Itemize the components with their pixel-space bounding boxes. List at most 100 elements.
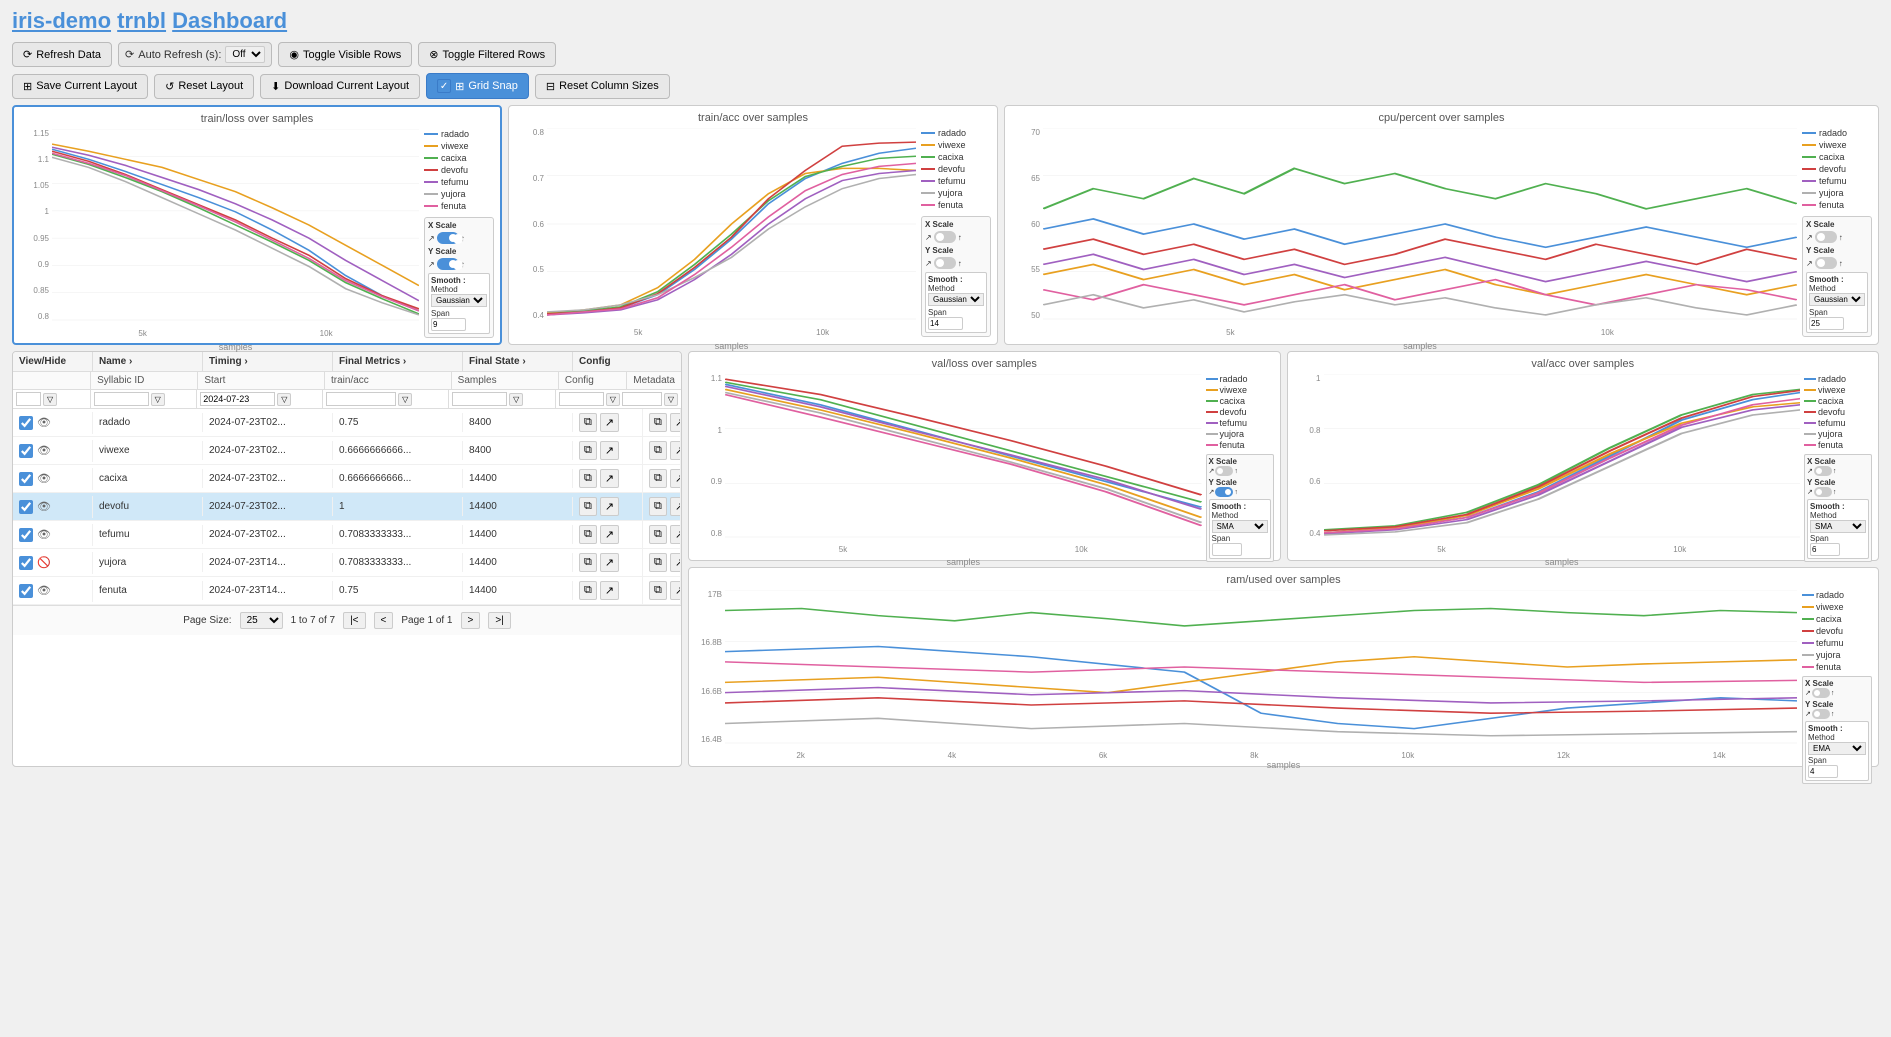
name-col-header[interactable]: Name › (93, 352, 203, 371)
val-loss-title: val/loss over samples (695, 358, 1274, 370)
row-checkbox-2[interactable] (19, 472, 33, 486)
filter-name-input[interactable] (94, 392, 149, 406)
config-open-btn-1[interactable]: ↗ (600, 441, 619, 460)
filter-name-btn[interactable]: ▽ (151, 393, 165, 406)
row-checkbox-0[interactable] (19, 416, 33, 430)
config-copy-btn-5[interactable]: ⧉ (579, 553, 597, 572)
train-loss-yscale-toggle[interactable] (437, 258, 459, 270)
prev-page-btn[interactable]: < (374, 612, 394, 629)
final-metrics-col-header[interactable]: Final Metrics › (333, 352, 463, 371)
cpu-yscale-toggle[interactable] (1815, 257, 1837, 269)
cpu-smooth-select[interactable]: GaussianSMAEMANone (1809, 293, 1865, 306)
config-copy-btn-3[interactable]: ⧉ (579, 497, 597, 516)
first-page-btn[interactable]: |< (343, 612, 365, 629)
config-open-btn-0[interactable]: ↗ (600, 413, 619, 432)
final-state-col-header[interactable]: Final State › (463, 352, 573, 371)
meta-copy-btn-3[interactable]: ⧉ (649, 497, 667, 516)
filter-metric-btn[interactable]: ▽ (398, 393, 412, 406)
next-page-btn[interactable]: > (461, 612, 481, 629)
train-loss-xscale-toggle[interactable] (437, 232, 459, 244)
refresh-data-button[interactable]: ⟳ Refresh Data (12, 42, 112, 67)
ram-smooth-select[interactable]: EMAGaussianSMANone (1808, 742, 1866, 755)
filter-meta-input[interactable] (622, 392, 662, 406)
config-open-btn-4[interactable]: ↗ (600, 525, 619, 544)
meta-open-btn-4[interactable]: ↗ (670, 525, 681, 544)
config-copy-btn-4[interactable]: ⧉ (579, 525, 597, 544)
filter-config-input[interactable] (559, 392, 604, 406)
config-open-btn-2[interactable]: ↗ (600, 469, 619, 488)
cpu-span-input[interactable] (1809, 317, 1844, 330)
timing-col-header[interactable]: Timing › (203, 352, 333, 371)
train-acc-smooth-select[interactable]: GaussianSMAEMANone (928, 293, 984, 306)
row-visibility-2[interactable]: 👁 (37, 472, 51, 485)
meta-copy-btn-0[interactable]: ⧉ (649, 413, 667, 432)
config-copy-btn-6[interactable]: ⧉ (579, 581, 597, 600)
train-acc-xscale-toggle[interactable] (934, 231, 956, 243)
filter-start-input[interactable]: 2024-07-23 (200, 392, 275, 406)
row-visibility-5[interactable]: 🚫 (37, 556, 51, 569)
val-loss-smooth-select[interactable]: SMAGaussianEMANone (1212, 520, 1268, 533)
row-visibility-3[interactable]: 👁 (37, 500, 51, 513)
row-visibility-4[interactable]: 👁 (37, 528, 51, 541)
row-visibility-1[interactable]: 👁 (37, 444, 51, 457)
row-checkbox-1[interactable] (19, 444, 33, 458)
ram-yscale-toggle[interactable] (1812, 709, 1830, 719)
filter-metric-input[interactable] (326, 392, 396, 406)
meta-open-btn-6[interactable]: ↗ (670, 581, 681, 600)
config-copy-btn-2[interactable]: ⧉ (579, 469, 597, 488)
val-acc-xscale-toggle[interactable] (1814, 466, 1832, 476)
app-link[interactable]: trnbl (117, 8, 166, 33)
filter-view-btn[interactable]: ▽ (43, 393, 57, 406)
val-acc-yscale-toggle[interactable] (1814, 487, 1832, 497)
config-open-btn-5[interactable]: ↗ (600, 553, 619, 572)
config-copy-btn-1[interactable]: ⧉ (579, 441, 597, 460)
config-copy-btn-0[interactable]: ⧉ (579, 413, 597, 432)
filter-config-btn[interactable]: ▽ (606, 393, 620, 406)
train-loss-smooth-select[interactable]: GaussianSMAEMANone (431, 294, 487, 307)
grid-snap-button[interactable]: ✓ ⊞ Grid Snap (426, 73, 529, 99)
val-loss-xscale-toggle[interactable] (1215, 466, 1233, 476)
meta-copy-btn-4[interactable]: ⧉ (649, 525, 667, 544)
train-acc-span-input[interactable] (928, 317, 963, 330)
meta-copy-btn-5[interactable]: ⧉ (649, 553, 667, 572)
meta-copy-btn-2[interactable]: ⧉ (649, 469, 667, 488)
row-visibility-0[interactable]: 👁 (37, 416, 51, 429)
filter-state-input[interactable] (452, 392, 507, 406)
meta-open-btn-1[interactable]: ↗ (670, 441, 681, 460)
filter-checkbox-area[interactable] (16, 392, 41, 406)
reset-layout-button[interactable]: ↺ Reset Layout (154, 74, 254, 99)
row-checkbox-3[interactable] (19, 500, 33, 514)
config-open-btn-6[interactable]: ↗ (600, 581, 619, 600)
toggle-filtered-rows-button[interactable]: ⊗ Toggle Filtered Rows (418, 42, 556, 67)
train-loss-span-input[interactable] (431, 318, 466, 331)
ram-span-input[interactable] (1808, 765, 1838, 778)
meta-copy-btn-6[interactable]: ⧉ (649, 581, 667, 600)
row-visibility-6[interactable]: 👁 (37, 584, 51, 597)
row-checkbox-4[interactable] (19, 528, 33, 542)
filter-start-btn[interactable]: ▽ (277, 393, 291, 406)
auto-refresh-select[interactable]: Off51030 (225, 46, 265, 63)
meta-open-btn-3[interactable]: ↗ (670, 497, 681, 516)
row-checkbox-5[interactable] (19, 556, 33, 570)
val-loss-yscale-toggle[interactable] (1215, 487, 1233, 497)
meta-open-btn-2[interactable]: ↗ (670, 469, 681, 488)
train-acc-yscale-toggle[interactable] (934, 257, 956, 269)
meta-copy-btn-1[interactable]: ⧉ (649, 441, 667, 460)
meta-open-btn-0[interactable]: ↗ (670, 413, 681, 432)
toggle-visible-rows-button[interactable]: ◉ Toggle Visible Rows (278, 42, 412, 67)
val-acc-smooth-select[interactable]: SMAGaussianEMANone (1810, 520, 1866, 533)
config-open-btn-3[interactable]: ↗ (600, 497, 619, 516)
row-checkbox-6[interactable] (19, 584, 33, 598)
reset-col-sizes-button[interactable]: ⊟ Reset Column Sizes (535, 74, 670, 99)
filter-state-btn[interactable]: ▽ (509, 393, 523, 406)
cpu-xscale-toggle[interactable] (1815, 231, 1837, 243)
last-page-btn[interactable]: >| (488, 612, 510, 629)
filter-meta-btn[interactable]: ▽ (664, 393, 678, 406)
page-size-select[interactable]: 2550100 (240, 612, 283, 629)
download-layout-button[interactable]: ⬇ Download Current Layout (260, 74, 420, 99)
ram-xscale-toggle[interactable] (1812, 688, 1830, 698)
val-acc-span-input[interactable] (1810, 543, 1840, 556)
val-loss-span-input[interactable] (1212, 543, 1242, 556)
save-layout-button[interactable]: ⊞ Save Current Layout (12, 74, 148, 99)
meta-open-btn-5[interactable]: ↗ (670, 553, 681, 572)
